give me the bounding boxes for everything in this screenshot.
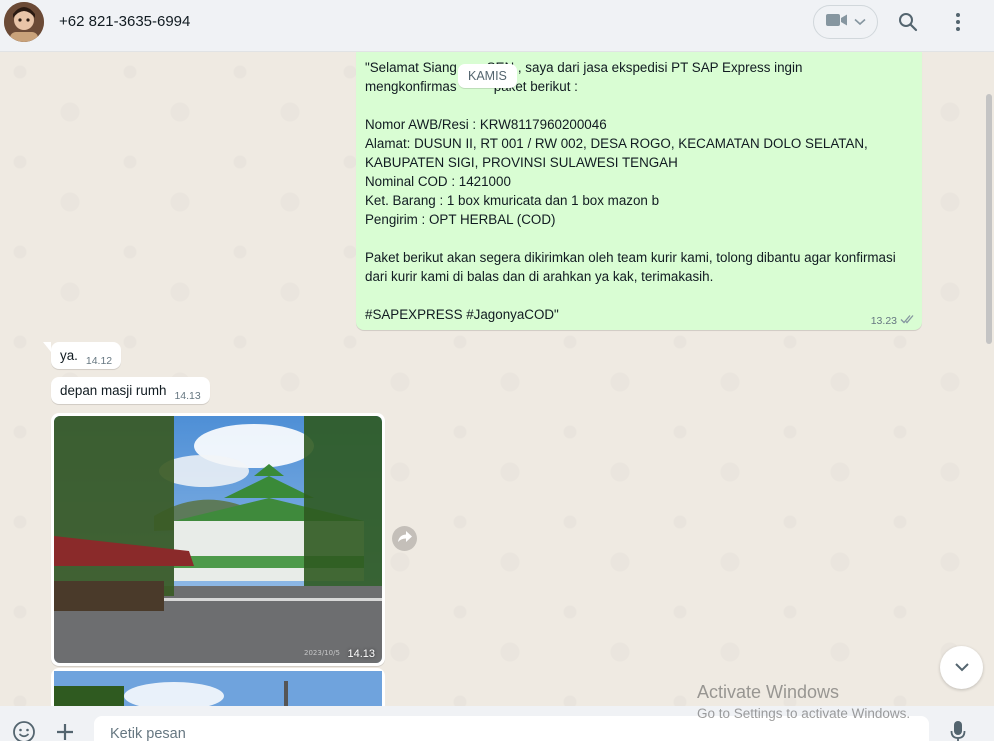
windows-activation-watermark: Activate Windows Go to Settings to activ… <box>697 682 910 721</box>
message-time: 13.23 <box>870 314 897 327</box>
day-separator-chip: KAMIS <box>458 64 517 88</box>
incoming-message[interactable]: depan masji rumh 14.13 <box>51 377 210 404</box>
message-time: 14.13 <box>174 390 201 402</box>
bubble-tail <box>43 342 51 352</box>
menu-icon[interactable] <box>947 11 969 33</box>
search-icon[interactable] <box>897 11 919 33</box>
chat-header: +62 821-3635-6994 <box>0 0 994 52</box>
incoming-message-text: ya. <box>60 348 78 363</box>
message-time: 14.12 <box>85 355 113 367</box>
outgoing-message-text: "Selamat Siang SEN , saya dari jasa eksp… <box>365 60 896 322</box>
chevron-down-icon <box>853 13 866 31</box>
contact-avatar[interactable] <box>4 2 44 42</box>
chat-scrollbar[interactable] <box>986 94 992 344</box>
image-message[interactable] <box>51 668 385 706</box>
microphone-icon[interactable] <box>946 720 970 741</box>
forward-icon <box>397 530 412 548</box>
incoming-message[interactable]: ya. 14.12 <box>43 342 122 369</box>
attach-plus-icon[interactable] <box>53 720 77 741</box>
video-call-button[interactable] <box>813 5 878 39</box>
message-time: 14.13 <box>347 648 375 660</box>
svg-text:2023/10/5: 2023/10/5 <box>304 649 340 657</box>
image-message[interactable]: 2023/10/5 14.13 <box>51 413 385 666</box>
chat-area[interactable]: "Selamat Siang SEN , saya dari jasa eksp… <box>0 52 994 706</box>
chevron-down-icon <box>954 659 970 677</box>
watermark-subtitle: Go to Settings to activate Windows. <box>697 706 911 721</box>
message-meta: 13.23 <box>871 314 916 327</box>
incoming-message-text: depan masji rumh <box>60 383 167 398</box>
contact-name[interactable]: +62 821-3635-6994 <box>59 13 190 30</box>
outgoing-message[interactable]: "Selamat Siang SEN , saya dari jasa eksp… <box>356 52 922 330</box>
emoji-icon[interactable] <box>12 720 36 741</box>
forward-button[interactable] <box>392 526 417 551</box>
video-call-icon <box>825 13 848 32</box>
read-check-icon <box>900 314 916 327</box>
photo-preview <box>54 671 382 706</box>
watermark-title: Activate Windows <box>697 682 840 702</box>
mosque-photo: 2023/10/5 <box>54 416 382 663</box>
scroll-to-bottom-button[interactable] <box>940 646 983 689</box>
